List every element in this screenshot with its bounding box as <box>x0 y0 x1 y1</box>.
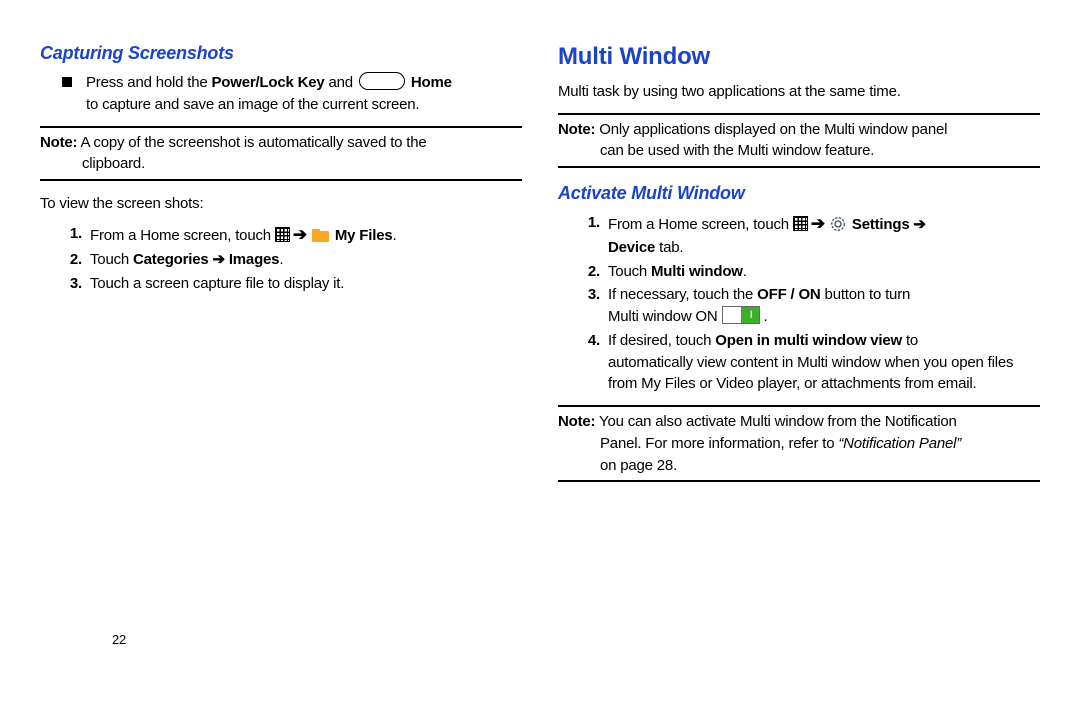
list-item: 4. If desired, touch Open in multi windo… <box>580 330 1040 395</box>
list-item: 1. From a Home screen, touch ➔ Settings … <box>580 212 1040 258</box>
home-key-icon <box>359 72 405 90</box>
multiwindow-intro: Multi task by using two applications at … <box>558 81 1040 103</box>
list-item: 2. Touch Multi window. <box>580 261 1040 283</box>
left-steps: 1. From a Home screen, touch ➔ My Files.… <box>40 223 522 295</box>
gear-icon <box>830 216 846 232</box>
note-notification-panel: Note: You can also activate Multi window… <box>558 405 1040 482</box>
right-column: Multi Window Multi task by using two app… <box>558 40 1040 494</box>
list-item: 1. From a Home screen, touch ➔ My Files. <box>62 223 522 248</box>
arrow-icon: ➔ <box>811 214 825 233</box>
heading-activate-multi-window: Activate Multi Window <box>558 180 1040 206</box>
note-label: Note: <box>558 121 595 138</box>
bullet-item: Press and hold the Power/Lock Key and Ho… <box>62 72 522 116</box>
folder-icon <box>312 229 329 242</box>
toggle-on-icon <box>722 306 760 324</box>
left-column: Capturing Screenshots Press and hold the… <box>40 40 522 494</box>
list-item: 3. If necessary, touch the OFF / ON butt… <box>580 284 1040 328</box>
list-item: 2. Touch Categories ➔ Images. <box>62 249 522 271</box>
list-item: 3. Touch a screen capture file to displa… <box>62 273 522 295</box>
note-label: Note: <box>558 413 595 430</box>
apps-grid-icon <box>793 216 808 231</box>
note-clipboard: Note: A copy of the screenshot is automa… <box>40 126 522 182</box>
bullet-text: Press and hold the Power/Lock Key and Ho… <box>86 72 452 116</box>
page-number: 22 <box>112 631 126 650</box>
note-multiwindow-apps: Note: Only applications displayed on the… <box>558 113 1040 169</box>
apps-grid-icon <box>275 227 290 242</box>
heading-multi-window: Multi Window <box>558 40 1040 75</box>
view-intro: To view the screen shots: <box>40 193 522 215</box>
right-steps: 1. From a Home screen, touch ➔ Settings … <box>558 212 1040 395</box>
note-label: Note: <box>40 134 77 151</box>
arrow-icon: ➔ <box>293 225 307 244</box>
heading-capturing-screenshots: Capturing Screenshots <box>40 40 522 66</box>
bullet-square-icon <box>62 77 72 87</box>
